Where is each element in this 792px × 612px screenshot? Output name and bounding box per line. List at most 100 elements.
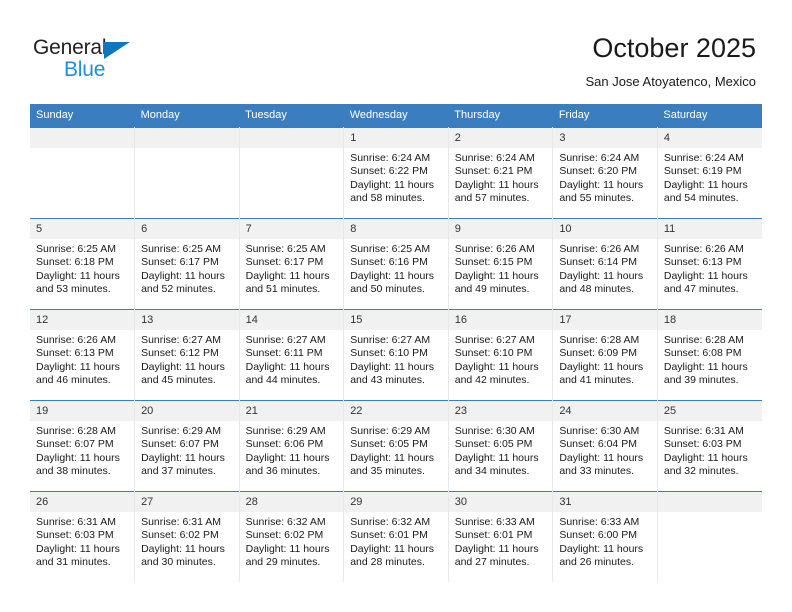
calendar-day-cell[interactable]: 6 Sunrise: 6:25 AM Sunset: 6:17 PM Daylight… — [134, 218, 240, 310]
daylight-text: Daylight: 11 hours and 47 minutes. — [663, 269, 748, 296]
calendar-day-cell[interactable]: 3 Sunrise: 6:24 AM Sunset: 6:20 PM Daylight… — [552, 127, 658, 219]
sunrise-text: Sunrise: 6:28 AM — [663, 334, 744, 346]
day-number: 9 — [448, 219, 553, 239]
day-number: 18 — [657, 310, 762, 330]
sunrise-text: Sunrise: 6:26 AM — [663, 243, 744, 255]
sunset-text: Sunset: 6:09 PM — [559, 347, 637, 360]
day-details: Sunrise: 6:24 AM Sunset: 6:20 PM Daylight:… — [553, 148, 657, 206]
day-details: Sunrise: 6:25 AM Sunset: 6:17 PM Daylight:… — [240, 239, 344, 297]
sunrise-text: Sunrise: 6:29 AM — [245, 425, 326, 437]
calendar-day-cell[interactable]: 16 Sunrise: 6:27 AM Sunset: 6:10 PM Dayligh… — [448, 309, 554, 401]
day-details: Sunrise: 6:24 AM Sunset: 6:19 PM Daylight:… — [658, 148, 762, 206]
calendar-day-cell[interactable]: 29 Sunrise: 6:32 AM Sunset: 6:01 PM Dayligh… — [343, 491, 449, 582]
calendar-day-cell[interactable]: 25 Sunrise: 6:31 AM Sunset: 6:03 PM Dayligh… — [657, 400, 762, 492]
day-details: Sunrise: 6:30 AM Sunset: 6:05 PM Daylight:… — [449, 421, 553, 479]
calendar-day-cell-empty — [239, 127, 345, 219]
day-number: 22 — [344, 401, 448, 421]
sunrise-text: Sunrise: 6:31 AM — [141, 516, 222, 528]
calendar-day-cell[interactable]: 11 Sunrise: 6:26 AM Sunset: 6:13 PM Dayligh… — [657, 218, 762, 310]
day-number: 4 — [657, 128, 762, 148]
sunset-text: Sunset: 6:12 PM — [141, 347, 219, 360]
calendar-day-cell[interactable]: 22 Sunrise: 6:29 AM Sunset: 6:05 PM Dayligh… — [343, 400, 449, 492]
calendar-day-cell[interactable]: 2 Sunrise: 6:24 AM Sunset: 6:21 PM Daylight… — [448, 127, 554, 219]
daylight-text: Daylight: 11 hours and 41 minutes. — [559, 360, 644, 387]
daylight-text: Daylight: 11 hours and 49 minutes. — [454, 269, 539, 296]
day-details: Sunrise: 6:29 AM Sunset: 6:05 PM Daylight:… — [344, 421, 448, 479]
daylight-text: Daylight: 11 hours and 29 minutes. — [245, 542, 330, 569]
day-details: Sunrise: 6:26 AM Sunset: 6:13 PM Daylight:… — [30, 330, 134, 388]
sunrise-text: Sunrise: 6:27 AM — [141, 334, 222, 346]
calendar-day-cell[interactable]: 9 Sunrise: 6:26 AM Sunset: 6:15 PM Daylight… — [448, 218, 554, 310]
day-number: 31 — [553, 492, 657, 512]
day-number: 20 — [135, 401, 239, 421]
calendar-day-cell[interactable]: 10 Sunrise: 6:26 AM Sunset: 6:14 PM Dayligh… — [552, 218, 658, 310]
calendar-day-cell[interactable]: 4 Sunrise: 6:24 AM Sunset: 6:19 PM Daylight… — [657, 127, 762, 219]
sunrise-text: Sunrise: 6:33 AM — [559, 516, 640, 528]
calendar-day-cell[interactable]: 12 Sunrise: 6:26 AM Sunset: 6:13 PM Dayligh… — [30, 309, 136, 401]
day-number: 14 — [239, 310, 344, 330]
sunset-text: Sunset: 6:10 PM — [350, 347, 428, 360]
calendar-day-cell[interactable]: 20 Sunrise: 6:29 AM Sunset: 6:07 PM Dayligh… — [134, 400, 240, 492]
daylight-text: Daylight: 11 hours and 30 minutes. — [141, 542, 225, 569]
calendar-day-cell[interactable]: 23 Sunrise: 6:30 AM Sunset: 6:05 PM Dayligh… — [448, 400, 554, 492]
day-details: Sunrise: 6:27 AM Sunset: 6:11 PM Daylight:… — [240, 330, 344, 388]
sunset-text: Sunset: 6:04 PM — [559, 438, 637, 451]
calendar-day-cell[interactable]: 19 Sunrise: 6:28 AM Sunset: 6:07 PM Dayligh… — [30, 400, 136, 492]
page-header: General Blue October 2025 San Jose Atoya… — [0, 0, 792, 104]
day-number: 6 — [135, 219, 239, 239]
sunrise-text: Sunrise: 6:27 AM — [350, 334, 431, 346]
calendar-day-cell[interactable]: 14 Sunrise: 6:27 AM Sunset: 6:11 PM Dayligh… — [239, 309, 345, 401]
sunset-text: Sunset: 6:08 PM — [663, 347, 742, 360]
day-number — [135, 128, 239, 148]
sunset-text: Sunset: 6:20 PM — [559, 165, 637, 178]
calendar-day-cell[interactable]: 21 Sunrise: 6:29 AM Sunset: 6:06 PM Dayligh… — [239, 400, 345, 492]
sunrise-text: Sunrise: 6:32 AM — [245, 516, 326, 528]
daylight-text: Daylight: 11 hours and 26 minutes. — [559, 542, 644, 569]
calendar-day-cell[interactable]: 1 Sunrise: 6:24 AM Sunset: 6:22 PM Daylight… — [343, 127, 449, 219]
day-number: 21 — [239, 401, 344, 421]
calendar-day-cell[interactable]: 5 Sunrise: 6:25 AM Sunset: 6:18 PM Daylight… — [30, 218, 136, 310]
day-details: Sunrise: 6:26 AM Sunset: 6:14 PM Daylight:… — [553, 239, 657, 297]
sunset-text: Sunset: 6:07 PM — [141, 438, 219, 451]
calendar-day-cell[interactable]: 18 Sunrise: 6:28 AM Sunset: 6:08 PM Dayligh… — [657, 309, 762, 401]
sunrise-text: Sunrise: 6:31 AM — [36, 516, 116, 528]
day-number: 1 — [344, 128, 448, 148]
weekday-header-row: Sunday Monday Tuesday Wednesday Thursday… — [30, 104, 762, 128]
day-details: Sunrise: 6:32 AM Sunset: 6:02 PM Daylight:… — [240, 512, 344, 570]
calendar-day-cell[interactable]: 8 Sunrise: 6:25 AM Sunset: 6:16 PM Daylight… — [343, 218, 449, 310]
calendar-day-cell[interactable]: 28 Sunrise: 6:32 AM Sunset: 6:02 PM Dayligh… — [239, 491, 345, 582]
sunrise-text: Sunrise: 6:32 AM — [350, 516, 431, 528]
weekday-header-saturday: Saturday — [657, 104, 762, 128]
sunrise-text: Sunrise: 6:31 AM — [663, 425, 744, 437]
calendar-day-cell[interactable]: 13 Sunrise: 6:27 AM Sunset: 6:12 PM Dayligh… — [134, 309, 240, 401]
sunset-text: Sunset: 6:01 PM — [350, 529, 428, 542]
calendar-day-cell[interactable]: 26 Sunrise: 6:31 AM Sunset: 6:03 PM Dayligh… — [30, 491, 136, 582]
calendar-day-cell[interactable]: 30 Sunrise: 6:33 AM Sunset: 6:01 PM Dayligh… — [448, 491, 554, 582]
weekday-header-thursday: Thursday — [448, 104, 553, 128]
calendar-day-cell[interactable]: 27 Sunrise: 6:31 AM Sunset: 6:02 PM Dayligh… — [134, 491, 240, 582]
calendar-day-cell[interactable]: 24 Sunrise: 6:30 AM Sunset: 6:04 PM Dayligh… — [552, 400, 658, 492]
calendar-day-cell[interactable]: 17 Sunrise: 6:28 AM Sunset: 6:09 PM Dayligh… — [552, 309, 658, 401]
logo-text-general: General — [33, 36, 107, 59]
day-details: Sunrise: 6:26 AM Sunset: 6:13 PM Daylight:… — [658, 239, 762, 297]
sunset-text: Sunset: 6:18 PM — [36, 256, 114, 269]
daylight-text: Daylight: 11 hours and 44 minutes. — [245, 360, 330, 387]
day-number: 24 — [553, 401, 657, 421]
day-number — [657, 492, 762, 512]
day-details: Sunrise: 6:27 AM Sunset: 6:12 PM Daylight:… — [135, 330, 239, 388]
sunrise-text: Sunrise: 6:29 AM — [350, 425, 431, 437]
sunrise-text: Sunrise: 6:33 AM — [454, 516, 535, 528]
sunset-text: Sunset: 6:16 PM — [350, 256, 428, 269]
daylight-text: Daylight: 11 hours and 36 minutes. — [245, 451, 330, 478]
sunrise-text: Sunrise: 6:25 AM — [350, 243, 431, 255]
day-details: Sunrise: 6:25 AM Sunset: 6:18 PM Daylight:… — [30, 239, 134, 297]
calendar-body: 1 Sunrise: 6:24 AM Sunset: 6:22 PM Daylight… — [30, 127, 762, 582]
calendar-day-cell[interactable]: 31 Sunrise: 6:33 AM Sunset: 6:00 PM Dayligh… — [552, 491, 658, 582]
calendar-day-cell[interactable]: 7 Sunrise: 6:25 AM Sunset: 6:17 PM Daylight… — [239, 218, 345, 310]
sunrise-text: Sunrise: 6:24 AM — [663, 152, 744, 164]
sunset-text: Sunset: 6:03 PM — [663, 438, 742, 451]
daylight-text: Daylight: 11 hours and 57 minutes. — [454, 178, 539, 205]
calendar-day-cell[interactable]: 15 Sunrise: 6:27 AM Sunset: 6:10 PM Dayligh… — [343, 309, 449, 401]
day-number: 29 — [344, 492, 448, 512]
sunset-text: Sunset: 6:00 PM — [559, 529, 637, 542]
